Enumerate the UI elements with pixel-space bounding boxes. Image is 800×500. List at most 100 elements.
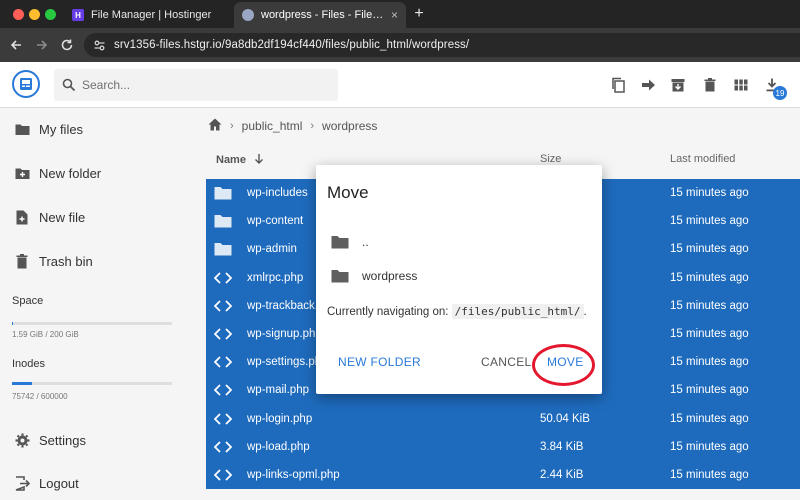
code-file-icon — [214, 270, 232, 286]
forward-button[interactable] — [33, 36, 51, 54]
new-folder-icon — [14, 165, 30, 181]
space-usage-text: 1.59 GiB / 200 GiB — [12, 330, 79, 339]
folder-icon — [14, 121, 30, 137]
new-file-icon — [14, 209, 30, 225]
reload-icon — [61, 39, 73, 51]
sidebar-item-logout[interactable]: Logout — [0, 466, 190, 500]
code-file-icon — [214, 298, 232, 314]
home-icon[interactable] — [208, 118, 222, 134]
current-path: /files/public_html/ — [451, 304, 584, 319]
file-name: wp-content — [247, 215, 304, 228]
column-header-last-modified[interactable]: Last modified — [670, 153, 735, 165]
sidebar-item-new-file[interactable]: New file — [0, 200, 190, 234]
browser-toolbar: srv1356-files.hstgr.io/9a8db2df194cf440/… — [0, 28, 800, 62]
file-modified: 15 minutes ago — [670, 271, 749, 284]
cancel-button[interactable]: CANCEL — [481, 355, 531, 369]
inodes-progress-bar — [12, 382, 172, 385]
file-name: wp-admin — [247, 243, 297, 256]
search-input[interactable] — [82, 78, 322, 92]
folder-icon — [214, 213, 232, 229]
breadcrumb: › public_html › wordpress — [208, 116, 377, 136]
sidebar-item-label: Logout — [39, 475, 79, 491]
file-modified: 15 minutes ago — [670, 468, 749, 481]
file-name: wp-links-opml.php — [247, 468, 340, 481]
dialog-item-parent-dir[interactable]: .. — [330, 229, 590, 255]
arrow-left-icon — [10, 40, 21, 50]
logo-icon — [20, 78, 32, 90]
close-tab-icon[interactable]: × — [391, 8, 398, 22]
filebrowser-logo[interactable] — [12, 70, 40, 98]
copy-icon[interactable] — [608, 75, 628, 95]
grid-view-icon[interactable] — [731, 75, 751, 95]
tab-title: wordpress - Files - File Browser — [261, 9, 385, 21]
new-folder-button[interactable]: NEW FOLDER — [338, 355, 421, 369]
code-file-icon — [214, 354, 232, 370]
file-name: xmlrpc.php — [247, 271, 304, 284]
file-row[interactable]: wp-load.php 3.84 KiB 15 minutes ago — [206, 433, 800, 461]
sidebar-item-label: My files — [39, 121, 84, 137]
file-modified: 15 minutes ago — [670, 384, 749, 397]
trash-icon — [14, 253, 30, 269]
search-icon — [62, 78, 76, 92]
sidebar: My files New folder New file Trash bin S… — [0, 108, 190, 500]
sidebar-item-trash-bin[interactable]: Trash bin — [0, 244, 190, 278]
browser-tab-bar: H File Manager | Hostinger wordpress - F… — [0, 0, 800, 28]
column-header-name[interactable]: Name — [216, 153, 265, 166]
tab-file-manager-hostinger[interactable]: H File Manager | Hostinger — [64, 2, 234, 28]
archive-icon[interactable] — [668, 75, 688, 95]
file-modified: 15 minutes ago — [670, 440, 749, 453]
delete-icon[interactable] — [700, 75, 720, 95]
code-file-icon — [214, 326, 232, 342]
new-tab-button[interactable]: + — [410, 3, 428, 25]
file-name: wp-mail.php — [247, 384, 309, 397]
folder-icon — [214, 241, 232, 257]
file-modified: 15 minutes ago — [670, 356, 749, 369]
back-button[interactable] — [7, 36, 25, 54]
breadcrumb-item-public-html[interactable]: public_html — [242, 119, 303, 133]
dialog-item-label: .. — [362, 235, 369, 249]
move-icon[interactable] — [638, 75, 658, 95]
inodes-progress-fill — [12, 382, 33, 385]
site-settings-icon[interactable] — [92, 38, 106, 52]
file-modified: 15 minutes ago — [670, 243, 749, 256]
arrow-down-icon — [255, 154, 264, 164]
url-text: srv1356-files.hstgr.io/9a8db2df194cf440/… — [114, 39, 470, 51]
download-count-badge: 19 — [773, 86, 787, 100]
column-header-size[interactable]: Size — [540, 153, 561, 165]
code-file-icon — [214, 467, 232, 483]
logout-icon — [14, 475, 30, 491]
file-modified: 15 minutes ago — [670, 299, 749, 312]
file-name: wp-login.php — [247, 412, 313, 425]
file-row[interactable]: wp-login.php 50.04 KiB 15 minutes ago — [206, 405, 800, 433]
nav-suffix: . — [583, 306, 587, 318]
app-header — [0, 62, 800, 108]
sidebar-item-settings[interactable]: Settings — [0, 423, 190, 457]
space-progress-bar — [12, 322, 172, 325]
url-bar[interactable]: srv1356-files.hstgr.io/9a8db2df194cf440/… — [84, 33, 800, 57]
file-modified: 15 minutes ago — [670, 187, 749, 199]
folder-icon — [214, 185, 232, 201]
file-row[interactable]: wp-links-opml.php 2.44 KiB 15 minutes ago — [206, 461, 800, 489]
minimize-window-button[interactable] — [29, 9, 40, 20]
space-label: Space — [12, 295, 44, 307]
file-modified: 15 minutes ago — [670, 327, 749, 340]
file-size: 3.84 KiB — [540, 440, 584, 453]
sidebar-item-new-folder[interactable]: New folder — [0, 156, 190, 190]
maximize-window-button[interactable] — [45, 9, 56, 20]
breadcrumb-item-wordpress[interactable]: wordpress — [322, 119, 377, 133]
file-name: wp-signup.php — [247, 327, 322, 340]
sidebar-item-label: New file — [39, 209, 86, 225]
search-bar[interactable] — [54, 69, 338, 101]
highlight-annotation — [532, 344, 595, 386]
inodes-usage-text: 75742 / 600000 — [12, 392, 68, 401]
file-name: wp-includes — [247, 187, 308, 199]
sidebar-item-my-files[interactable]: My files — [0, 112, 190, 146]
sidebar-item-label: Settings — [39, 432, 86, 448]
tab-wordpress-files[interactable]: wordpress - Files - File Browser × — [234, 2, 406, 28]
code-file-icon — [214, 439, 232, 455]
file-modified: 15 minutes ago — [670, 412, 749, 425]
close-window-button[interactable] — [13, 9, 24, 20]
dialog-item-wordpress[interactable]: wordpress — [330, 263, 590, 289]
reload-button[interactable] — [58, 36, 76, 54]
inodes-label: Inodes — [12, 358, 46, 370]
